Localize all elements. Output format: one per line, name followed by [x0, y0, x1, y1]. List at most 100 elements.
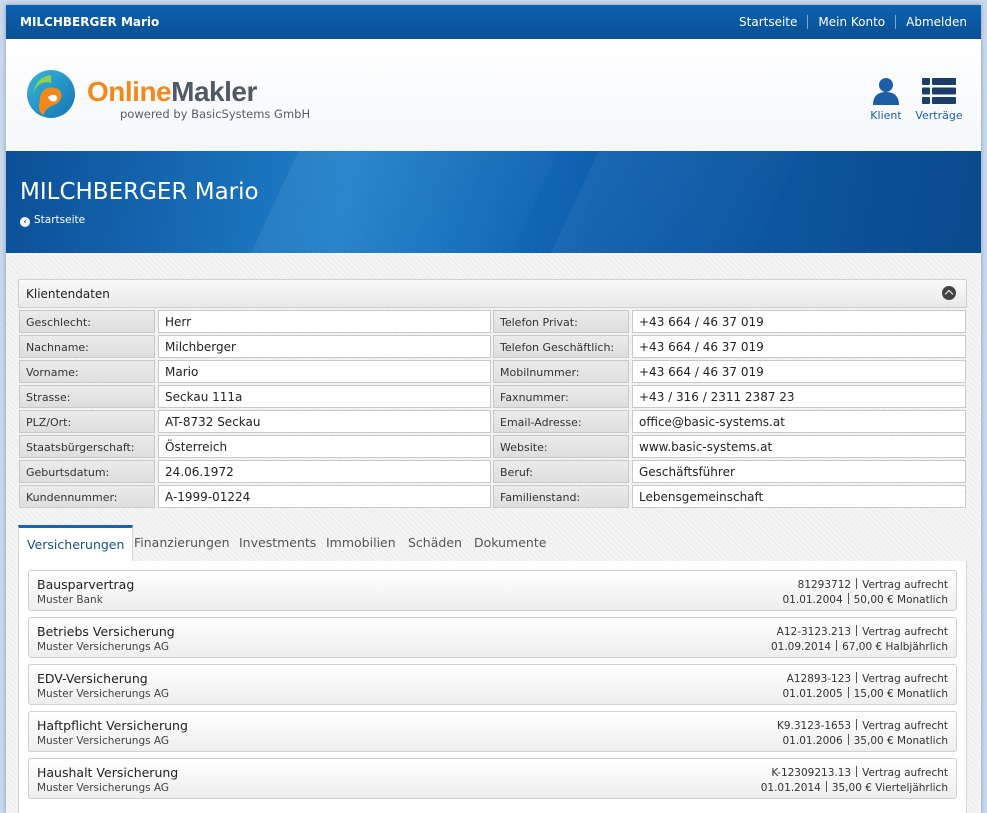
contract-status: Vertrag aufrecht — [862, 673, 948, 685]
email-value-link[interactable]: office@basic-systems.at — [632, 410, 966, 433]
contract-amount: 15,00 € Monatlich — [853, 688, 948, 700]
contract-company: Muster Bank — [37, 594, 103, 606]
klientendaten-panel-header[interactable]: Klientendaten — [18, 279, 967, 308]
contract-card[interactable]: Haushalt Versicherung Muster Versicherun… — [28, 758, 957, 799]
field-value: Österreich — [158, 435, 491, 458]
field-value: +43 664 / 46 37 019 — [632, 310, 966, 333]
field-value: +43 / 316 / 2311 2387 23 — [632, 385, 966, 408]
app-window: MILCHBERGER Mario Startseite Mein Konto … — [6, 5, 981, 813]
field-value: Herr — [158, 310, 491, 333]
main-content: Klientendaten Geschlecht: Herr Nachname: M… — [6, 253, 981, 813]
panel-title: Klientendaten — [26, 287, 110, 301]
field-label: Faxnummer: — [493, 385, 629, 408]
contract-name: Betriebs Versicherung — [37, 624, 175, 639]
field-label: Beruf: — [493, 460, 629, 483]
field-label: Staatsbürgerschaft: — [19, 435, 155, 458]
page-title: MILCHBERGER Mario — [20, 179, 259, 205]
field-value: +43 664 / 46 37 019 — [632, 335, 966, 358]
tab-immobilien[interactable]: Immobilien — [326, 525, 396, 561]
contract-status: Vertrag aufrecht — [862, 626, 948, 638]
field-label: Telefon Geschäftlich: — [493, 335, 629, 358]
contract-status: Vertrag aufrecht — [862, 720, 948, 732]
klient-label: Klient — [870, 109, 902, 122]
field-value: Lebensgemeinschaft — [632, 485, 966, 508]
contract-name: Haushalt Versicherung — [37, 765, 179, 780]
nav-abmelden-link[interactable]: Abmelden — [895, 15, 967, 29]
top-nav: Startseite Mein Konto Abmelden — [729, 15, 967, 29]
contract-number: A12893-123 — [786, 673, 852, 685]
field-value: Milchberger — [158, 335, 491, 358]
nav-startseite-link[interactable]: Startseite — [729, 15, 807, 29]
contract-number: 81293712 — [797, 579, 852, 591]
field-label: Nachname: — [19, 335, 155, 358]
contract-number: K-12309213.13 — [771, 767, 852, 779]
field-label: Telefon Privat: — [493, 310, 629, 333]
field-label: Familienstand: — [493, 485, 629, 508]
nav-mein-konto-link[interactable]: Mein Konto — [807, 15, 895, 29]
breadcrumb-label: Startseite — [34, 214, 86, 226]
back-arrow-icon: ‹ — [20, 217, 30, 227]
field-value: 24.06.1972 — [158, 460, 491, 483]
contract-date: 01.01.2006 — [782, 735, 843, 747]
tab-bar: Versicherungen Finanzierungen Investment… — [18, 525, 966, 562]
contract-amount: 35,00 € Monatlich — [853, 735, 948, 747]
contract-date: 01.01.2014 — [760, 782, 821, 794]
user-icon — [873, 78, 899, 105]
logo-online-text: Online — [87, 76, 172, 107]
contract-amount: 67,00 € Halbjährlich — [842, 641, 948, 653]
contract-company: Muster Versicherungs AG — [37, 641, 170, 653]
contract-card[interactable]: Haftpflicht Versicherung Muster Versiche… — [28, 711, 957, 752]
contract-card[interactable]: Betriebs Versicherung Muster Versicherun… — [28, 617, 957, 658]
field-label: PLZ/Ort: — [19, 410, 155, 433]
vertraege-label: Verträge — [915, 109, 963, 122]
contract-number: K9.3123-1653 — [776, 720, 852, 732]
contract-date: 01.01.2004 — [782, 594, 843, 606]
field-label: Geschlecht: — [19, 310, 155, 333]
field-label: Mobilnummer: — [493, 360, 629, 383]
contract-date: 01.01.2005 — [782, 688, 843, 700]
contract-name: Haftpflicht Versicherung — [37, 718, 188, 733]
klient-button[interactable]: Klient — [866, 77, 906, 122]
field-value: Seckau 111a — [158, 385, 491, 408]
tab-dokumente[interactable]: Dokumente — [474, 525, 546, 561]
field-label: Vorname: — [19, 360, 155, 383]
contract-name: EDV-Versicherung — [37, 671, 148, 686]
top-bar: MILCHBERGER Mario Startseite Mein Konto … — [6, 5, 981, 39]
contract-date: 01.09.2014 — [770, 641, 832, 653]
logo-badge-icon[interactable] — [26, 69, 76, 119]
field-label: Email-Adresse: — [493, 410, 629, 433]
tab-content-versicherungen: Bausparvertrag Muster Bank 81293712 Vertr… — [18, 561, 967, 813]
collapse-chevron-icon[interactable] — [942, 286, 956, 300]
breadcrumb-startseite[interactable]: ‹ Startseite — [20, 214, 85, 227]
tab-schaeden[interactable]: Schäden — [408, 525, 462, 561]
field-value: A-1999-01224 — [158, 485, 491, 508]
contract-status: Vertrag aufrecht — [862, 767, 948, 779]
contract-card[interactable]: Bausparvertrag Muster Bank 81293712 Vertr… — [28, 570, 957, 611]
field-value: +43 664 / 46 37 019 — [632, 360, 966, 383]
website-value-link[interactable]: www.basic-systems.at — [632, 435, 966, 458]
logo-tagline: powered by BasicSystems GmbH — [120, 107, 311, 121]
vertraege-button[interactable]: Verträge — [912, 77, 966, 122]
tab-versicherungen[interactable]: Versicherungen — [18, 525, 134, 562]
field-label: Kundennummer: — [19, 485, 155, 508]
logo-wordmark[interactable]: OnlineMakler — [87, 77, 257, 107]
contract-status: Vertrag aufrecht — [862, 579, 948, 591]
field-label: Geburtsdatum: — [19, 460, 155, 483]
tab-investments[interactable]: Investments — [239, 525, 316, 561]
contract-company: Muster Versicherungs AG — [37, 782, 170, 794]
field-label: Website: — [493, 435, 629, 458]
site-header: OnlineMakler powered by BasicSystems Gmb… — [6, 39, 981, 151]
contract-company: Muster Versicherungs AG — [37, 735, 170, 747]
field-value: AT-8732 Seckau — [158, 410, 491, 433]
field-value: Geschäftsführer — [632, 460, 966, 483]
contract-card[interactable]: EDV-Versicherung Muster Versicherungs AG… — [28, 664, 957, 705]
current-user-name: MILCHBERGER Mario — [20, 15, 160, 29]
page-banner: MILCHBERGER Mario ‹ Startseite — [6, 151, 981, 253]
field-label: Strasse: — [19, 385, 155, 408]
list-icon — [922, 78, 956, 104]
logo-makler-text: Makler — [171, 76, 257, 107]
contract-number: A12-3123.213 — [776, 626, 852, 638]
tab-finanzierungen[interactable]: Finanzierungen — [134, 525, 230, 561]
field-value: Mario — [158, 360, 491, 383]
contract-name: Bausparvertrag — [37, 577, 135, 592]
